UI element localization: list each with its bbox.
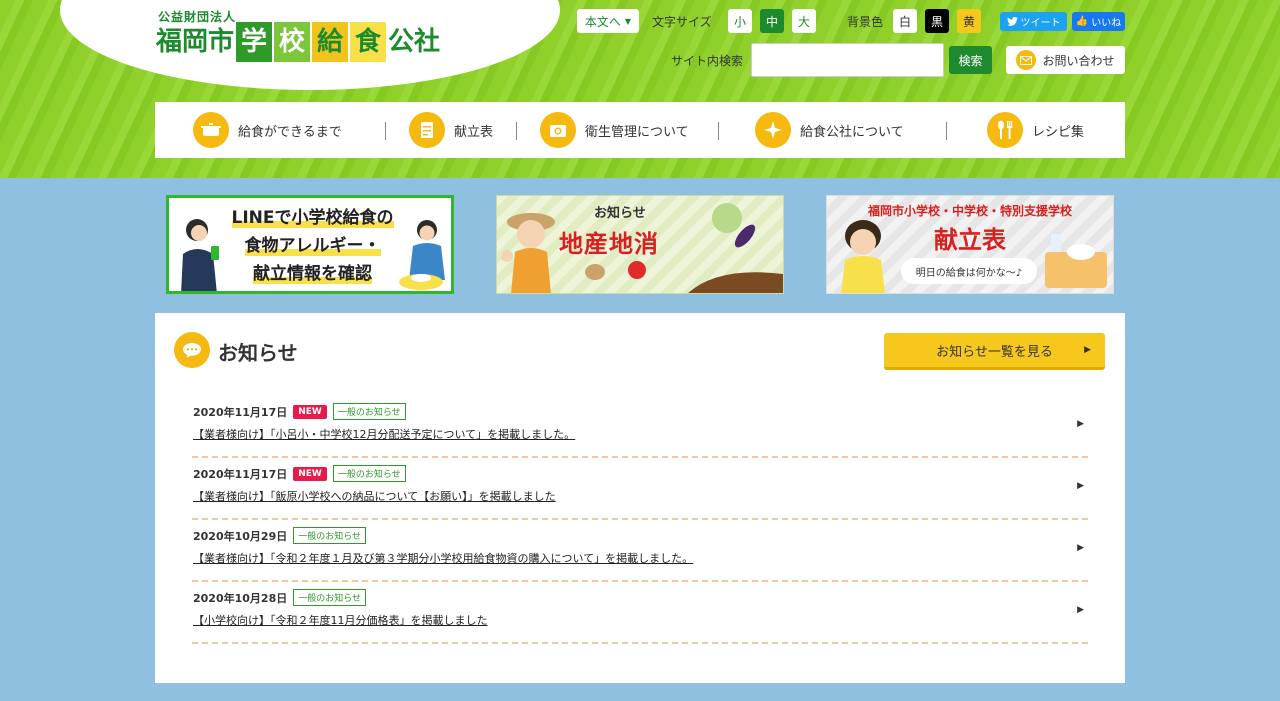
category-badge: 一般のお知らせ [332, 403, 406, 420]
nav-label: 給食ができるまで [238, 124, 342, 140]
logo-box-1: 学 [236, 22, 273, 62]
nav-label: レシピ集 [1032, 124, 1085, 140]
bg-white-button[interactable]: 白 [893, 9, 917, 33]
vegetables-illustration [585, 203, 783, 293]
new-badge: NEW [293, 466, 327, 481]
nav-item-menu-table[interactable]: 献立表 [409, 111, 493, 149]
banner-local-production[interactable]: お知らせ 地産地消 [496, 195, 784, 294]
bg-yellow-button[interactable]: 黄 [957, 9, 981, 33]
facebook-like-button[interactable]: 👍 いいね [1072, 12, 1125, 31]
logo-name-part2: 公社 [388, 27, 441, 57]
news-meta: 2020年10月28日 一般のお知らせ [193, 589, 367, 606]
skip-to-content-button[interactable]: 本文へ ▼ [577, 9, 639, 33]
nav-divider [385, 122, 386, 140]
logo-name-part1: 福岡市 [156, 27, 235, 57]
category-badge: 一般のお知らせ [293, 527, 367, 544]
font-size-label: 文字サイズ [652, 15, 712, 29]
triangle-right-icon: ▶ [1077, 543, 1084, 553]
thumbs-up-icon: 👍 [1075, 16, 1089, 27]
tweet-label: ツイート [1020, 18, 1061, 29]
news-title-link[interactable]: 【業者様向け】「飯原小学校への納品について【お願い】」を掲載しました [193, 488, 556, 504]
font-size-large-button[interactable]: 大 [792, 9, 816, 33]
news-item[interactable]: 2020年10月29日 一般のお知らせ 【業者様向け】「令和２年度１月及び第３学… [192, 520, 1088, 582]
document-icon [409, 112, 445, 148]
nav-divider [946, 122, 947, 140]
news-item[interactable]: 2020年11月17日 NEW 一般のお知らせ 【業者様向け】「小呂小・中学校1… [192, 396, 1088, 458]
triangle-right-icon: ▶ [1077, 605, 1084, 615]
sparkle-icon [755, 112, 791, 148]
farmer-girl-illustration [501, 213, 555, 293]
main-nav: 給食ができるまで 献立表 衛生管理について 給食公社について レシピ集 [155, 102, 1125, 158]
site-search-label: サイト内検索 [671, 54, 744, 68]
news-item[interactable]: 2020年10月28日 一般のお知らせ 【小学校向け】「令和２年度11月分価格表… [192, 582, 1088, 644]
banner-line-allergy[interactable]: LINEで小学校給食の 食物アレルギー・ 献立情報を確認 [166, 195, 454, 294]
news-title-link[interactable]: 【業者様向け】「令和２年度１月及び第３学期分小学校用給食物資の購入について」を掲… [193, 550, 693, 566]
site-logo[interactable]: 公益財団法人 福岡市 学 校 給 食 公社 [150, 4, 480, 68]
news-date: 2020年11月17日 [193, 467, 288, 481]
nav-divider [718, 122, 719, 140]
category-badge: 一般のお知らせ [293, 589, 367, 606]
pot-icon [193, 112, 229, 148]
nav-label: 衛生管理について [585, 124, 689, 140]
mail-icon [1016, 50, 1037, 70]
logo-name: 福岡市 学 校 給 食 公社 [156, 22, 440, 62]
banner-line-text-3: 献立情報を確認 [253, 264, 372, 284]
search-button[interactable]: 検索 [949, 46, 992, 74]
logo-box-3: 給 [312, 22, 349, 62]
contact-button[interactable]: お問い合わせ [1006, 46, 1125, 74]
font-size-small-button[interactable]: 小 [728, 9, 752, 33]
camera-icon [540, 112, 576, 148]
nav-item-lunch-process[interactable]: 給食ができるまで [193, 111, 342, 149]
bg-black-button[interactable]: 黒 [925, 9, 949, 33]
nav-item-recipes[interactable]: レシピ集 [987, 111, 1084, 149]
logo-box-4: 食 [350, 22, 387, 62]
news-view-all-label: お知らせ一覧を見る [936, 344, 1053, 360]
category-badge: 一般のお知らせ [332, 465, 406, 482]
banner-menu-subtitle: 福岡市小学校・中学校・特別支援学校 [867, 204, 1072, 218]
news-title-link[interactable]: 【小学校向け】「令和２年度11月分価格表」を掲載しました [193, 612, 488, 628]
bg-color-label: 背景色 [847, 15, 884, 29]
nav-item-about[interactable]: 給食公社について [755, 111, 904, 149]
twitter-bird-icon [1006, 17, 1018, 26]
font-size-medium-button[interactable]: 中 [760, 9, 784, 33]
like-label: いいね [1091, 18, 1122, 29]
banner-line-text-1: LINEで小学校給食の [231, 208, 394, 228]
news-title-link[interactable]: 【業者様向け】「小呂小・中学校12月分配送予定について」を掲載しました。 [193, 426, 575, 442]
nav-label: 給食公社について [800, 124, 904, 140]
skip-label: 本文へ [584, 14, 621, 29]
news-view-all-button[interactable]: お知らせ一覧を見る ▶ [884, 333, 1105, 370]
new-badge: NEW [293, 404, 327, 419]
triangle-right-icon: ▶ [1077, 481, 1084, 491]
triangle-right-icon: ▶ [1077, 419, 1084, 429]
caret-down-icon: ▼ [624, 16, 632, 26]
banner-line-text-2: 食物アレルギー・ [244, 236, 381, 256]
tweet-button[interactable]: ツイート [1000, 12, 1067, 31]
nav-item-hygiene[interactable]: 衛生管理について [540, 111, 689, 149]
news-meta: 2020年10月29日 一般のお知らせ [193, 527, 367, 544]
banner-line-text: LINEで小学校給食の 食物アレルギー・ 献立情報を確認 [215, 204, 410, 288]
news-date: 2020年10月29日 [193, 529, 288, 543]
logo-box-2: 校 [274, 22, 311, 62]
utensils-icon [987, 112, 1023, 148]
news-date: 2020年11月17日 [193, 405, 288, 419]
banner-menu-table[interactable]: 福岡市小学校・中学校・特別支援学校 献立表 明日の給食は何かな〜♪ [826, 195, 1114, 294]
news-meta: 2020年11月17日 NEW 一般のお知らせ [193, 403, 406, 420]
site-search-input[interactable] [751, 43, 944, 77]
news-date: 2020年10月28日 [193, 591, 288, 605]
news-meta: 2020年11月17日 NEW 一般のお知らせ [193, 465, 406, 482]
news-heading: お知らせ [218, 341, 298, 365]
banner-menu-bubble: 明日の給食は何かな〜♪ [901, 258, 1037, 284]
boy-eating-illustration [399, 220, 445, 290]
news-section: お知らせ お知らせ一覧を見る ▶ 2020年11月17日 NEW 一般のお知らせ… [155, 313, 1125, 683]
nav-label: 献立表 [454, 124, 494, 140]
news-item[interactable]: 2020年11月17日 NEW 一般のお知らせ 【業者様向け】「飯原小学校への納… [192, 458, 1088, 520]
triangle-right-icon: ▶ [1084, 345, 1091, 355]
school-lunch-illustration [1045, 234, 1107, 288]
speech-bubble-icon [174, 332, 210, 368]
nav-divider [516, 122, 517, 140]
contact-label: お問い合わせ [1042, 53, 1115, 68]
